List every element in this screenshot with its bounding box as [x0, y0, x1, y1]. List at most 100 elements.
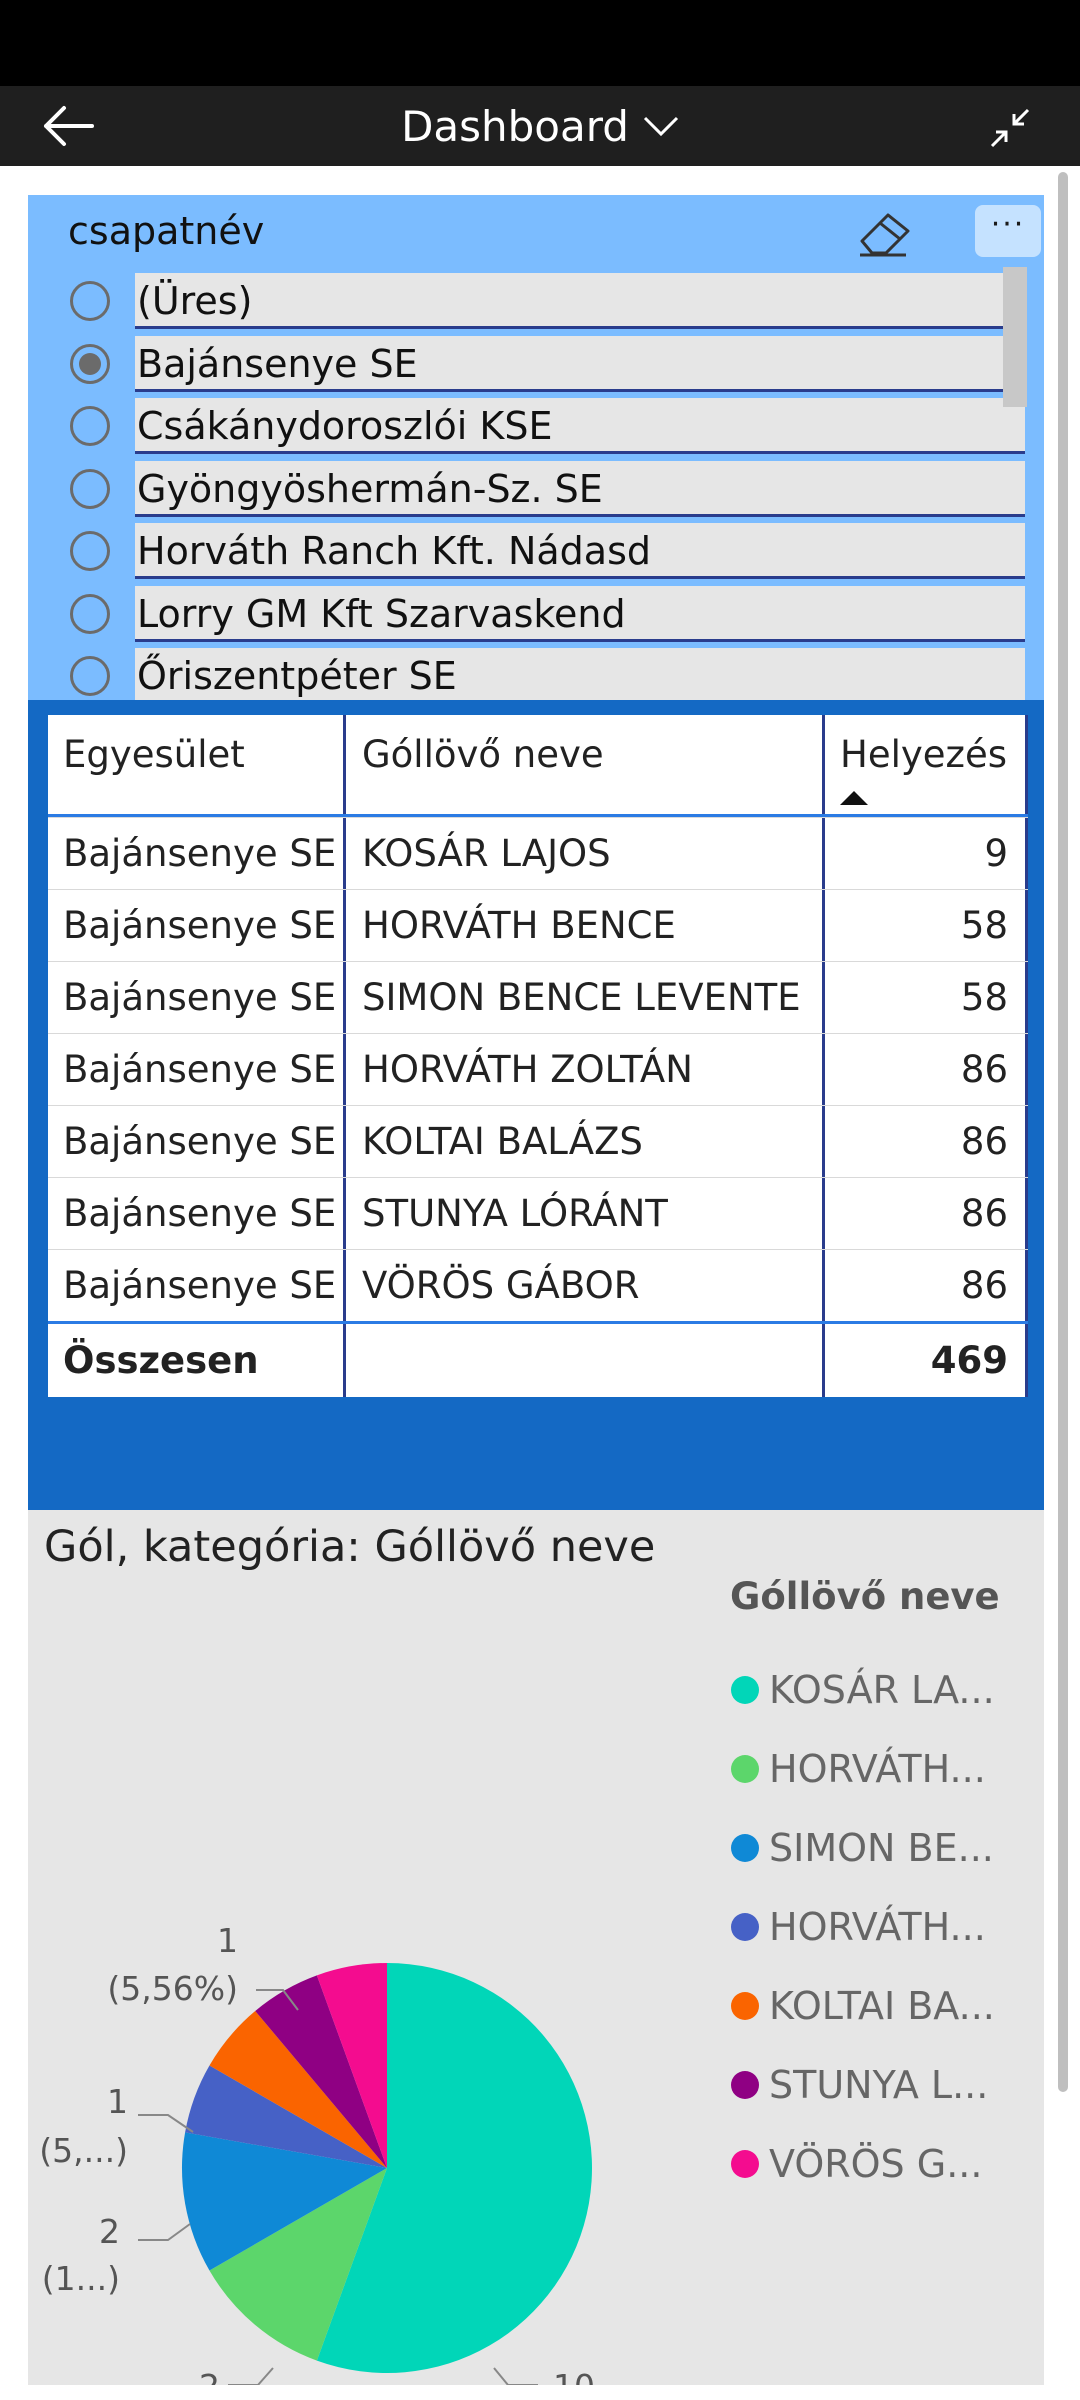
slicer-item-label: Csákánydoroszlói KSE: [135, 398, 1025, 454]
status-bar: [0, 0, 1080, 86]
goals-pie-chart: Gól, kategória: Góllövő neve Góllövő nev…: [28, 1510, 1044, 2385]
data-label-percent: (5,56%): [107, 1969, 238, 2008]
header-club[interactable]: Egyesület: [48, 715, 345, 814]
slicer-item-label: Lorry GM Kft Szarvaskend: [135, 585, 1025, 642]
legend-label: HORVÁTH...: [769, 1746, 986, 1791]
data-label-value: 10: [553, 2367, 595, 2385]
total-value: 469: [930, 1339, 1008, 1382]
scorers-table: Egyesület Góllövő neve Helyezés Bajánsen…: [48, 715, 1028, 1397]
slicer-item-label: Horváth Ranch Kft. Nádasd: [135, 523, 1025, 579]
slicer-item[interactable]: Bajánsenye SE: [28, 334, 1044, 397]
legend-item[interactable]: HORVÁTH...: [731, 1887, 995, 1966]
scorer-name-cell: HORVÁTH BENCE: [362, 904, 676, 947]
legend-dot-icon: [731, 2070, 759, 2099]
radio-button[interactable]: [70, 468, 110, 509]
legend-item[interactable]: KOSÁR LA...: [731, 1650, 995, 1729]
table-row[interactable]: Bajánsenye SE HORVÁTH ZOLTÁN 86: [48, 1033, 1028, 1105]
club-cell: Bajánsenye SE: [63, 904, 337, 947]
data-label-value: 2: [99, 2212, 120, 2251]
table-row[interactable]: Bajánsenye SE KOLTAI BALÁZS 86: [48, 1105, 1028, 1177]
radio-button[interactable]: [70, 656, 110, 696]
header-scorer-name[interactable]: Góllövő neve: [345, 715, 824, 814]
eraser-icon[interactable]: [856, 211, 910, 257]
radio-button[interactable]: [70, 593, 110, 634]
slicer-title: csapatnév: [68, 209, 265, 253]
more-options-button[interactable]: ···: [975, 205, 1041, 257]
chart-legend: KOSÁR LA... HORVÁTH... SIMON BE... HORVÁTH.…: [731, 1650, 995, 2203]
legend-label: STUNYA L...: [769, 2062, 989, 2107]
rank-cell: 86: [960, 1120, 1008, 1163]
collapse-icon[interactable]: [988, 106, 1032, 150]
radio-button[interactable]: [70, 281, 110, 321]
legend-dot-icon: [731, 1991, 759, 2020]
club-cell: Bajánsenye SE: [63, 832, 337, 875]
rank-cell: 86: [960, 1192, 1008, 1235]
legend-label: HORVÁTH...: [769, 1904, 986, 1949]
legend-label: VÖRÖS G...: [769, 2141, 983, 2186]
slicer-item[interactable]: Csákánydoroszlói KSE: [28, 396, 1044, 459]
rank-cell: 86: [960, 1264, 1008, 1307]
table-row[interactable]: Bajánsenye SE SIMON BENCE LEVENTE 58: [48, 961, 1028, 1033]
table-row[interactable]: Bajánsenye SE KOSÁR LAJOS 9: [48, 817, 1028, 889]
scorer-name-cell: HORVÁTH ZOLTÁN: [362, 1048, 693, 1091]
legend-item[interactable]: STUNYA L...: [731, 2045, 995, 2124]
report-canvas: csapatnév ··· (Üres) Bajánsenye SE Csákány…: [28, 195, 1044, 2385]
radio-button[interactable]: [70, 406, 110, 446]
slicer-item[interactable]: Őriszentpéter SE: [28, 646, 1044, 700]
scorer-name-cell: KOSÁR LAJOS: [362, 832, 611, 875]
legend-dot-icon: [731, 1912, 759, 1941]
legend-item[interactable]: HORVÁTH...: [731, 1729, 995, 1808]
table-total-row: Összesen 469: [48, 1321, 1028, 1397]
legend-label: KOSÁR LA...: [769, 1667, 995, 1712]
slicer-scrollbar[interactable]: [1003, 267, 1027, 407]
legend-dot-icon: [731, 1754, 759, 1783]
data-label-percent: (5,...): [39, 2131, 128, 2170]
data-label-leader: [228, 2367, 274, 2385]
header-rank-label: Helyezés: [840, 733, 1007, 776]
slicer-item[interactable]: Gyöngyöshermán-Sz. SE: [28, 459, 1044, 522]
rank-cell: 9: [984, 832, 1008, 875]
club-cell: Bajánsenye SE: [63, 1264, 337, 1307]
header-rank[interactable]: Helyezés: [824, 715, 1028, 814]
slicer-item-label: Bajánsenye SE: [135, 335, 1025, 392]
slicer-item-label: Gyöngyöshermán-Sz. SE: [135, 460, 1025, 517]
scorers-table-visual: Egyesület Góllövő neve Helyezés Bajánsen…: [28, 700, 1044, 1691]
table-row[interactable]: Bajánsenye SE HORVÁTH BENCE 58: [48, 889, 1028, 961]
table-body: Bajánsenye SE KOSÁR LAJOS 9 Bajánsenye SE HO…: [48, 817, 1028, 1321]
sort-ascending-icon: [840, 791, 868, 805]
data-label-value: 1: [217, 1921, 238, 1960]
slicer-item[interactable]: Lorry GM Kft Szarvaskend: [28, 584, 1044, 647]
dashboard-title-dropdown[interactable]: Dashboard: [0, 86, 1080, 166]
slicer-item[interactable]: Horváth Ranch Kft. Nádasd: [28, 521, 1044, 584]
club-cell: Bajánsenye SE: [63, 1192, 337, 1235]
rank-cell: 58: [960, 904, 1008, 947]
data-label-value: 1: [107, 2082, 128, 2121]
page-scrollbar[interactable]: [1058, 172, 1068, 2092]
slicer-item[interactable]: (Üres): [28, 271, 1044, 334]
legend-title: Góllövő neve: [730, 1575, 1000, 1618]
slicer-item-label: Őriszentpéter SE: [135, 648, 1025, 700]
team-slicer: csapatnév ··· (Üres) Bajánsenye SE Csákány…: [28, 195, 1044, 700]
club-cell: Bajánsenye SE: [63, 1048, 337, 1091]
legend-item[interactable]: VÖRÖS G...: [731, 2124, 995, 2203]
data-label-leader: [138, 2114, 194, 2133]
legend-dot-icon: [731, 1675, 759, 1704]
legend-dot-icon: [731, 2149, 759, 2178]
data-label-leader: [138, 2223, 191, 2241]
legend-label: SIMON BE...: [769, 1825, 994, 1870]
table-header-row: Egyesület Góllövő neve Helyezés: [48, 715, 1028, 817]
scorer-name-cell: STUNYA LÓRÁNT: [362, 1192, 668, 1235]
legend-item[interactable]: KOLTAI BA...: [731, 1966, 995, 2045]
club-cell: Bajánsenye SE: [63, 976, 337, 1019]
slicer-list: (Üres) Bajánsenye SE Csákánydoroszlói KSE G…: [28, 271, 1044, 700]
legend-label: KOLTAI BA...: [769, 1983, 995, 2028]
table-row[interactable]: Bajánsenye SE STUNYA LÓRÁNT 86: [48, 1177, 1028, 1249]
radio-button[interactable]: [70, 343, 110, 384]
scorer-name-cell: VÖRÖS GÁBOR: [362, 1264, 640, 1307]
radio-button[interactable]: [70, 531, 110, 571]
rank-cell: 86: [960, 1048, 1008, 1091]
total-label: Összesen: [63, 1339, 259, 1382]
legend-item[interactable]: SIMON BE...: [731, 1808, 995, 1887]
page-title: Dashboard: [401, 101, 629, 151]
table-row[interactable]: Bajánsenye SE VÖRÖS GÁBOR 86: [48, 1249, 1028, 1321]
